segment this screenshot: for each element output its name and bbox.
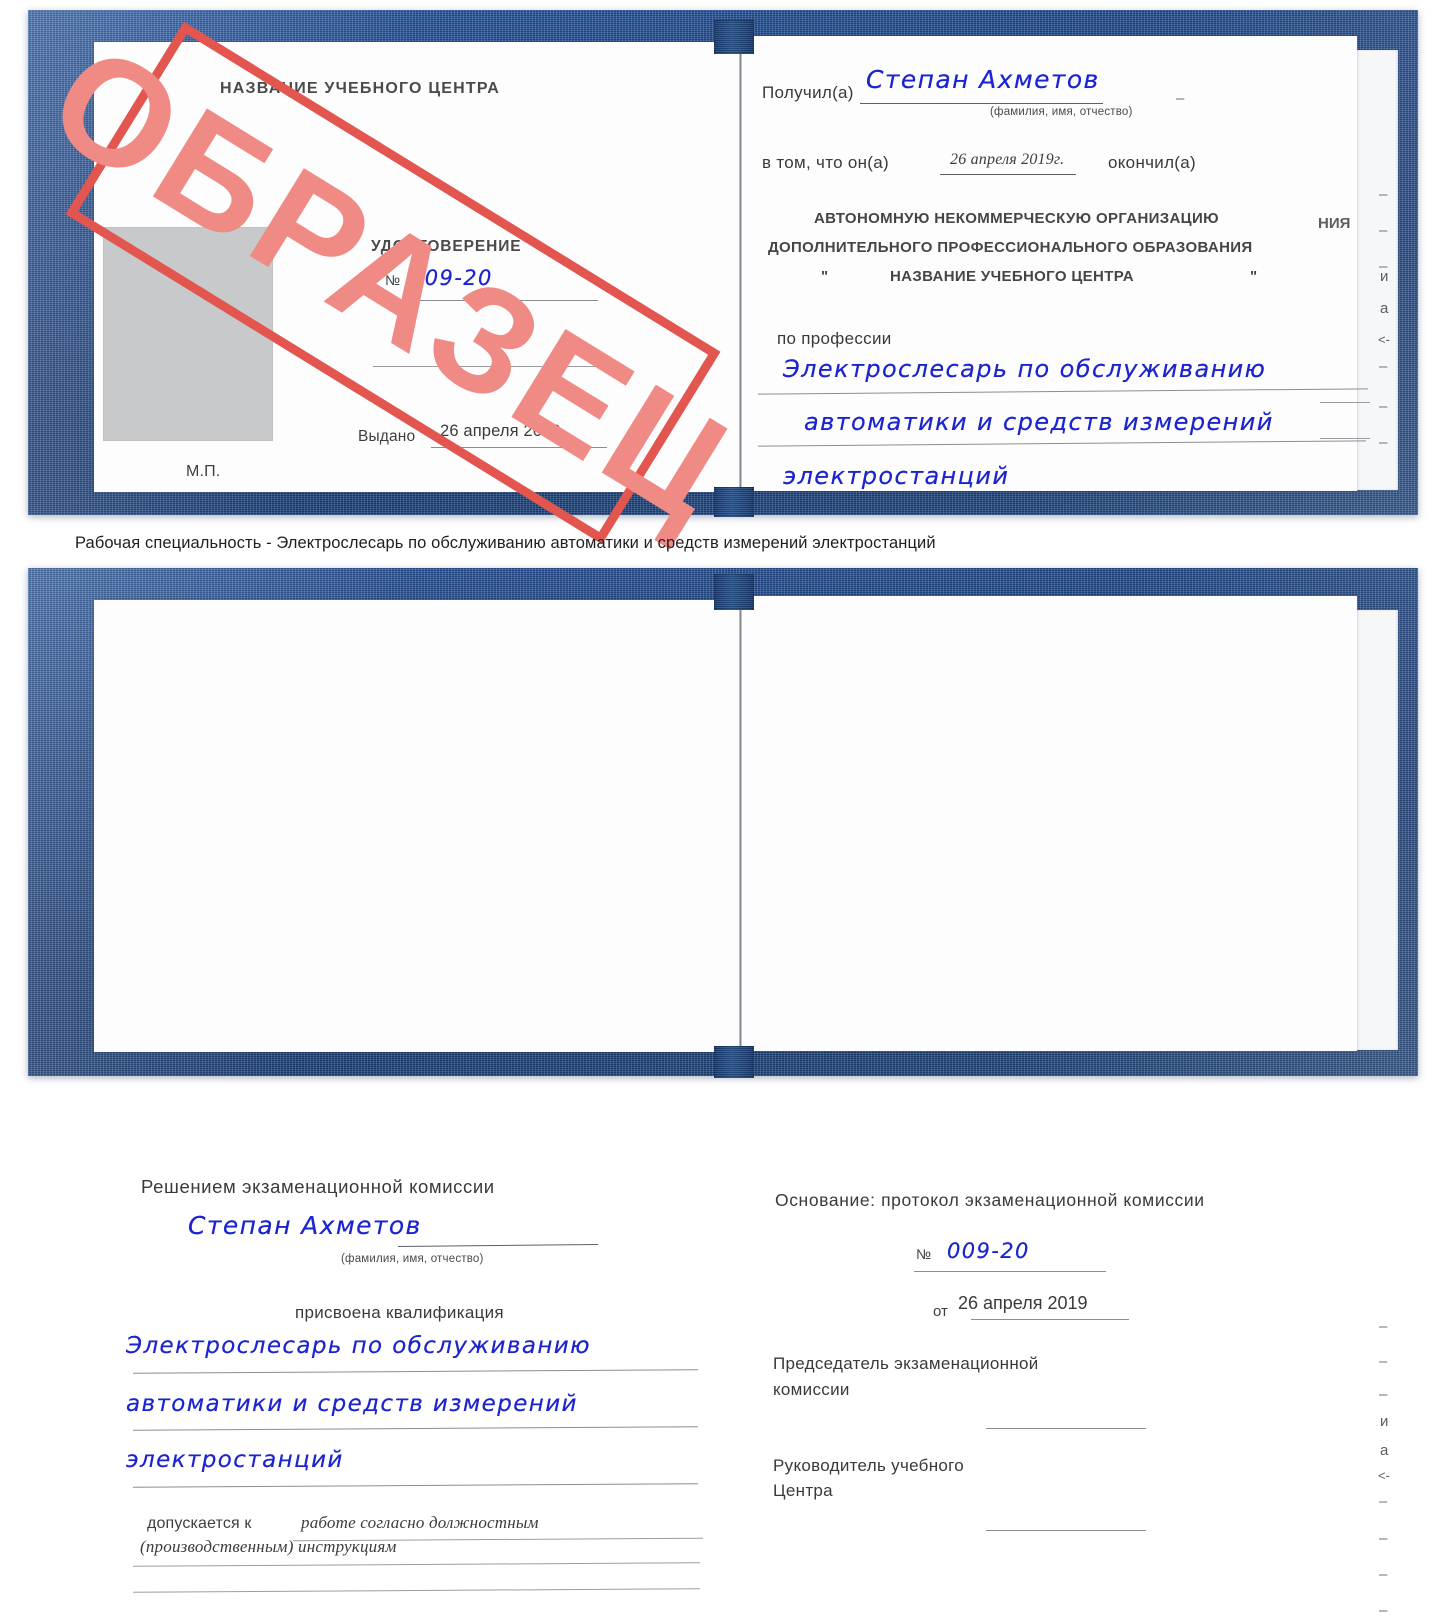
profession-line-1: Электрослесарь по обслуживанию (783, 355, 1267, 383)
issued-label-top: Выдано (358, 428, 416, 445)
protocol-number-rule (914, 1271, 1106, 1272)
profession-line-3: электростанций (783, 462, 1010, 490)
photo-placeholder (103, 227, 273, 441)
profession-label: по профессии (777, 329, 892, 348)
qualification-line-3: электростанций (126, 1447, 344, 1473)
organization-line-3: НАЗВАНИЕ УЧЕБНОГО ЦЕНТРА (890, 268, 1134, 285)
recipient-rule-top (860, 103, 1103, 104)
spine-tab-bottom-bottom (714, 1046, 754, 1078)
edge-dash-bottom-5: – (1379, 1530, 1388, 1547)
chairman-signature-rule (986, 1428, 1146, 1429)
qualification-line-2: автоматики и средств измерений (126, 1391, 578, 1417)
edge-dash-bottom-2: – (1379, 1353, 1388, 1370)
admitted-value-2: (производственным) инструкциям (140, 1537, 397, 1556)
admitted-rule-3 (133, 1588, 700, 1593)
certificate-top: НАЗВАНИЕ УЧЕБНОГО ЦЕНТРА УДОСТОВЕРЕНИЕ №… (28, 10, 1418, 517)
page-caption: Рабочая специальность - Электрослесарь п… (75, 534, 936, 552)
edge-rule-top-1 (1320, 402, 1370, 403)
completion-date-rule (940, 174, 1076, 175)
organization-line-1: АВТОНОМНУЮ НЕКОММЕРЧЕСКУЮ ОРГАНИЗАЦИЮ (814, 210, 1219, 227)
finished-label: окончил(а) (1108, 153, 1196, 172)
admitted-value-1: работе согласно должностным (301, 1513, 539, 1532)
qualification-rule-1 (133, 1369, 698, 1374)
edge-dash-top-5: – (1379, 358, 1388, 375)
spine-tab-bottom (714, 574, 754, 610)
edge-dash-bottom-4: – (1379, 1493, 1388, 1510)
recipient-name-bottom: Степан Ахметов (188, 1211, 422, 1240)
protocol-number-bottom: 009-20 (947, 1239, 1030, 1263)
organization-quote-close: " (1250, 268, 1258, 285)
edge-fragment-bottom-3: <- (1378, 1468, 1390, 1483)
spine-line-top (739, 40, 742, 492)
qualification-line-1: Электрослесарь по обслуживанию (126, 1333, 591, 1359)
fio-hint-bottom: (фамилия, имя, отчество) (341, 1253, 484, 1265)
edge-fragment-top-1: НИЯ (1318, 215, 1351, 232)
qualification-rule-2 (133, 1426, 698, 1431)
edge-fragment-top-2: и (1380, 268, 1389, 285)
blank-rule-top-left (373, 366, 610, 367)
recipient-name-top: Степан Ахметов (866, 65, 1100, 94)
issued-date-top: 26 апреля 2019 (440, 422, 561, 440)
edge-rule-top-2 (1320, 438, 1370, 439)
number-rule-top (383, 300, 598, 301)
seal-label-top: М.П. (186, 463, 221, 480)
profession-line-2: автоматики и средств измерений (804, 408, 1274, 436)
head-line-2: Центра (773, 1481, 833, 1500)
qualification-rule-3 (133, 1483, 698, 1488)
edge-fragment-bottom-2: а (1380, 1442, 1389, 1459)
spine-tab-top-bottom (714, 487, 754, 517)
training-center-name-top: НАЗВАНИЕ УЧЕБНОГО ЦЕНТРА (220, 80, 501, 97)
edge-dash-top-2: – (1379, 186, 1388, 203)
basis-label: Основание: протокол экзаменационной коми… (775, 1190, 1205, 1210)
edge-dash-top-6: – (1379, 398, 1388, 415)
chairman-line-1: Председатель экзаменационной (773, 1354, 1039, 1373)
edge-dash-bottom-3: – (1379, 1386, 1388, 1403)
chairman-line-2: комиссии (773, 1380, 850, 1399)
spine-line-bottom (739, 600, 742, 1052)
protocol-date-bottom: 26 апреля 2019 (958, 1293, 1088, 1313)
decision-label: Решением экзаменационной комиссии (141, 1176, 495, 1197)
organization-line-2: ДОПОЛНИТЕЛЬНОГО ПРОФЕССИОНАЛЬНОГО ОБРАЗО… (768, 239, 1253, 256)
head-signature-rule (986, 1530, 1146, 1531)
received-label: Получил(а) (762, 83, 854, 102)
head-line-1: Руководитель учебного (773, 1456, 965, 1475)
edge-dash-bottom-6: – (1379, 1566, 1388, 1583)
admitted-label: допускается к (147, 1515, 252, 1532)
admitted-rule-2 (133, 1562, 700, 1567)
edge-fragment-top-3: а (1380, 300, 1389, 317)
fio-hint-top: (фамилия, имя, отчество) (990, 106, 1133, 118)
edge-dash-top-7: – (1379, 434, 1388, 451)
qualification-label: присвоена квалификация (295, 1303, 504, 1322)
recipient-rule-bottom (398, 1243, 598, 1248)
certificate-bottom: Решением экзаменационной комиссии Степан… (28, 568, 1418, 1619)
spine-tab-top (714, 20, 754, 54)
issued-rule-top (431, 447, 607, 448)
certificate-number-top: 009-20 (410, 266, 493, 290)
document-title-top: УДОСТОВЕРЕНИЕ (371, 238, 522, 255)
edge-dash-bottom-7: – (1379, 1602, 1388, 1619)
page-bottom-right (742, 596, 1357, 1051)
edge-dash-top-3: – (1379, 222, 1388, 239)
edge-fragment-bottom-1: и (1380, 1413, 1389, 1430)
that-he-label: в том, что он(а) (762, 153, 889, 172)
number-symbol-top: № (385, 272, 401, 288)
organization-quote-open: " (821, 268, 829, 285)
protocol-date-rule (971, 1319, 1129, 1320)
page-bottom-left (94, 600, 744, 1052)
edge-dash-bottom-1: – (1379, 1318, 1388, 1335)
date-prefix-bottom: от (933, 1303, 948, 1320)
edge-dash-top-1: – (1176, 90, 1185, 107)
edge-fragment-top-4: <- (1378, 332, 1390, 347)
number-symbol-bottom: № (916, 1246, 932, 1262)
completion-date-top: 26 апреля 2019г. (950, 151, 1065, 168)
